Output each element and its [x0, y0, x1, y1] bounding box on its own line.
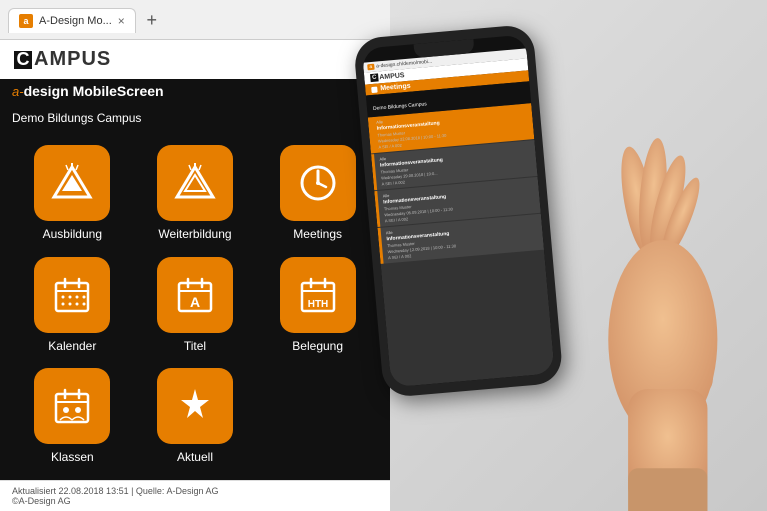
app-subtitle: a-design MobileScreen [0, 79, 390, 105]
tab-close-button[interactable]: × [118, 15, 125, 27]
new-tab-button[interactable]: + [140, 9, 164, 33]
kalender-icon [50, 273, 94, 317]
weiterbildung-icon [173, 161, 217, 205]
ausbildung-icon [50, 161, 94, 205]
icon-item-ausbildung[interactable]: Ausbildung [16, 145, 129, 247]
tab-favicon: a [19, 14, 33, 28]
campus-name: Demo Bildungs Campus [12, 111, 141, 125]
weiterbildung-button[interactable] [157, 145, 233, 221]
meetings-icon [296, 161, 340, 205]
footer-line1: Aktualisiert 22.08.2018 13:51 | Quelle: … [12, 486, 378, 496]
icon-item-weiterbildung[interactable]: Weiterbildung [139, 145, 252, 247]
app-content: C AMPUS a-design MobileScreen Demo Bildu… [0, 40, 390, 511]
icon-item-meetings[interactable]: Meetings [261, 145, 374, 247]
meetings-button[interactable] [280, 145, 356, 221]
icon-item-klassen[interactable]: Klassen [16, 368, 129, 470]
meetings-label: Meetings [293, 227, 342, 241]
logo-text: AMPUS [34, 48, 111, 71]
svg-text:HTH: HTH [307, 299, 328, 310]
phone-logo-c: C [370, 73, 379, 82]
footer-line2: ©A-Design AG [12, 496, 378, 506]
app-header: C AMPUS [0, 40, 390, 79]
tab-label: A-Design Mo... [39, 15, 112, 27]
browser-panel: a A-Design Mo... × + C AMPUS a-design Mo… [0, 0, 390, 511]
titel-button[interactable]: A [157, 257, 233, 333]
icon-item-kalender[interactable]: Kalender [16, 257, 129, 359]
icon-item-aktuell[interactable]: Aktuell [139, 368, 252, 470]
right-panel: a a-design.ch/demo/mobi... C AMPUS Meeti… [390, 0, 767, 511]
tab-bar: a A-Design Mo... × + [8, 8, 382, 33]
klassen-button[interactable] [34, 368, 110, 444]
icon-item-titel[interactable]: A Titel [139, 257, 252, 359]
klassen-icon [50, 384, 94, 428]
titel-label: Titel [184, 339, 206, 353]
logo: C AMPUS [12, 48, 111, 71]
klassen-label: Klassen [51, 450, 94, 464]
phone-title-icon [371, 86, 378, 93]
titel-icon: A [173, 273, 217, 317]
svg-text:A: A [190, 294, 200, 310]
subtitle-text: a-design MobileScreen [12, 84, 164, 99]
logo-c-icon: C [12, 49, 34, 71]
icon-grid: Ausbildung Weiterbildung [0, 135, 390, 480]
ausbildung-label: Ausbildung [43, 227, 102, 241]
campus-name-bar: Demo Bildungs Campus [0, 105, 390, 135]
aktuell-label: Aktuell [177, 450, 213, 464]
kalender-label: Kalender [48, 339, 96, 353]
aktuell-icon [173, 384, 217, 428]
phone-favicon: a [367, 64, 374, 71]
weiterbildung-label: Weiterbildung [158, 227, 231, 241]
belegung-icon: HTH [296, 273, 340, 317]
app-footer: Aktualisiert 22.08.2018 13:51 | Quelle: … [0, 480, 390, 511]
browser-chrome: a A-Design Mo... × + [0, 0, 390, 40]
hand-illustration [390, 0, 767, 511]
ausbildung-button[interactable] [34, 145, 110, 221]
aktuell-button[interactable] [157, 368, 233, 444]
kalender-button[interactable] [34, 257, 110, 333]
belegung-button[interactable]: HTH [280, 257, 356, 333]
active-tab[interactable]: a A-Design Mo... × [8, 8, 136, 33]
icon-item-belegung[interactable]: HTH Belegung [261, 257, 374, 359]
belegung-label: Belegung [292, 339, 343, 353]
